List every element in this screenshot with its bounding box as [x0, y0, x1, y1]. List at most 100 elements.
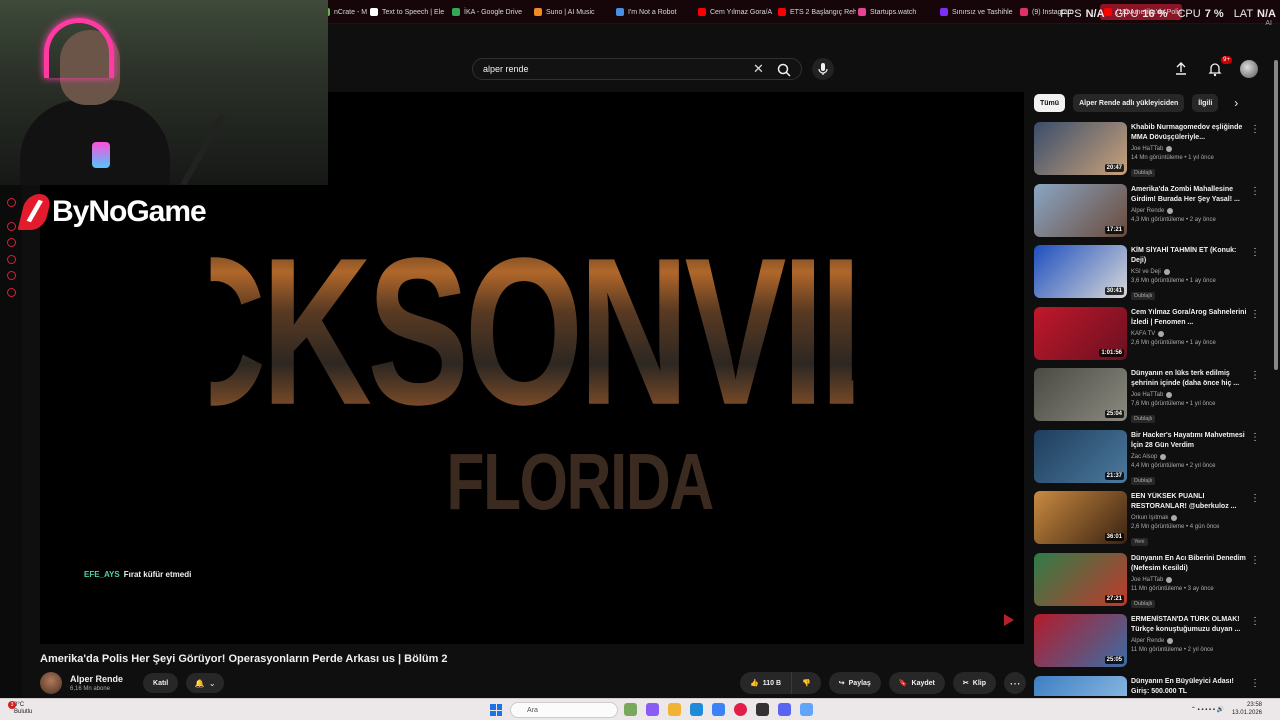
- recommendation-item[interactable]: Dünyanın En Büyüleyici Adası! Giriş: 500…: [1034, 675, 1260, 697]
- taskbar-search[interactable]: Ara: [510, 702, 618, 718]
- more-options-icon[interactable]: ⋮: [1250, 124, 1260, 135]
- clear-search-icon[interactable]: ✕: [753, 62, 764, 76]
- page-scrollbar[interactable]: [1274, 60, 1278, 370]
- browser-tab[interactable]: Suno | AI Music: [534, 4, 612, 20]
- messenger-icon[interactable]: [7, 222, 16, 231]
- browser-tab[interactable]: nCrate - M: [322, 4, 368, 20]
- taskbar-app-icon[interactable]: [624, 703, 637, 716]
- discord-icon[interactable]: [778, 703, 791, 716]
- discord-icon[interactable]: [7, 198, 16, 207]
- more-options-icon[interactable]: ⋮: [1250, 555, 1260, 566]
- recommendation-title[interactable]: EEN YÜKSEK PUANLI RESTORANLAR! @uberkulo…: [1131, 492, 1247, 512]
- recommendation-item[interactable]: 27:21 Dünyanın En Acı Biberini Denedim (N…: [1034, 552, 1260, 611]
- browser-ai-label[interactable]: AI: [1265, 20, 1272, 27]
- weather-widget[interactable]: 3 3°C Bulutlu: [8, 701, 32, 716]
- browser-tab[interactable]: I'm Not a Robot: [616, 4, 694, 20]
- recommendation-item[interactable]: 21:37 Bir Hacker's Hayatımı Mahvetmesi İç…: [1034, 429, 1260, 488]
- subscription-bell-button[interactable]: 🔔 ⌄: [186, 673, 225, 693]
- browser-tab[interactable]: Text to Speech | Ele: [370, 4, 448, 20]
- more-options-icon[interactable]: ⋮: [1250, 247, 1260, 258]
- recommendation-title[interactable]: Dünyanın en lüks terk edilmiş şehrinin i…: [1131, 369, 1247, 389]
- recommendation-item[interactable]: 20:47 Khabib Nurmagomedov eşliğinde MMA D…: [1034, 122, 1260, 180]
- clock[interactable]: 23:58 13.01.2026: [1232, 701, 1262, 717]
- more-options-icon[interactable]: ⋮: [1250, 616, 1260, 627]
- recommendation-channel[interactable]: Orkun Işıtmak: [1131, 515, 1247, 521]
- chip-related[interactable]: İlgili: [1192, 94, 1219, 112]
- like-button[interactable]: 👍 110 B: [740, 672, 793, 694]
- taskbar-app-icon[interactable]: [646, 703, 659, 716]
- recommendation-thumbnail[interactable]: 27:21: [1034, 552, 1127, 606]
- browser-tab[interactable]: Sınırsız ve Tashihle: [940, 4, 1018, 20]
- recommendation-channel[interactable]: Joe HaTTab: [1131, 146, 1247, 152]
- recommendation-title[interactable]: Amerika'da Zombi Mahallesine Girdim! Bur…: [1131, 185, 1247, 205]
- channel-name[interactable]: Alper Rende: [70, 674, 123, 684]
- share-button[interactable]: ↪ Paylaş: [828, 672, 881, 694]
- more-options-icon[interactable]: ⋮: [1250, 186, 1260, 197]
- channel-avatar[interactable]: [40, 672, 62, 694]
- recommendation-title[interactable]: Khabib Nurmagomedov eşliğinde MMA Dövüşç…: [1131, 123, 1247, 143]
- recommendation-thumbnail[interactable]: 25:04: [1034, 368, 1127, 421]
- voice-search-button[interactable]: [812, 58, 834, 80]
- recommendation-title[interactable]: KİM SİYAHİ TAHMİN ET (Konuk: Deji): [1131, 246, 1247, 266]
- browser-tab[interactable]: İKA - Google Drive: [452, 4, 530, 20]
- taskbar-app-icon[interactable]: [712, 703, 725, 716]
- account-avatar[interactable]: [1240, 60, 1258, 78]
- more-options-icon[interactable]: ⋮: [1250, 309, 1260, 320]
- recommendation-channel[interactable]: Joe HaTTab: [1131, 576, 1247, 583]
- recommendation-item[interactable]: 25:05 ERMENİSTAN'DA TÜRK OLMAK! Türkçe ko…: [1034, 614, 1260, 672]
- clip-button[interactable]: ✂ Klip: [952, 672, 996, 694]
- edge-icon[interactable]: [690, 703, 703, 716]
- recommendation-title[interactable]: Bir Hacker's Hayatımı Mahvetmesi İçin 28…: [1131, 431, 1247, 451]
- upload-icon[interactable]: [1172, 60, 1190, 78]
- recommendation-item[interactable]: 17:21 Amerika'da Zombi Mahallesine Girdim…: [1034, 183, 1260, 242]
- dislike-button[interactable]: 👎: [792, 672, 821, 694]
- recommendation-item[interactable]: 36:01 EEN YÜKSEK PUANLI RESTORANLAR! @ube…: [1034, 491, 1260, 549]
- recommendation-thumbnail[interactable]: 20:47: [1034, 122, 1127, 175]
- more-options-icon[interactable]: ⋮: [1250, 370, 1260, 381]
- play-icon[interactable]: [7, 238, 16, 247]
- search-input[interactable]: [483, 62, 743, 76]
- join-button[interactable]: Katıl: [143, 673, 179, 693]
- recommendation-channel[interactable]: Zac Alsop: [1131, 453, 1247, 460]
- tray-icons[interactable]: ⌃ ▪ ▪ ▪ ▪ ▪ 🔊: [1191, 706, 1224, 713]
- box-icon[interactable]: [7, 271, 16, 280]
- search-icon[interactable]: [776, 62, 792, 78]
- recommendation-title[interactable]: ERMENİSTAN'DA TÜRK OLMAK! Türkçe konuştu…: [1131, 615, 1247, 635]
- settings-icon[interactable]: [7, 288, 16, 297]
- windows-start-icon[interactable]: [490, 704, 502, 716]
- recommendation-channel[interactable]: Alper Rende: [1131, 207, 1247, 214]
- recommendation-thumbnail[interactable]: 30:41: [1034, 245, 1127, 298]
- browser-tab[interactable]: Startups.watch: [858, 4, 936, 20]
- more-options-icon[interactable]: ⋮: [1250, 493, 1260, 504]
- recommendation-thumbnail[interactable]: [1034, 675, 1127, 696]
- recommendation-thumbnail[interactable]: 21:37: [1034, 429, 1127, 483]
- chip-all[interactable]: Tümü: [1034, 94, 1066, 112]
- recommendation-channel[interactable]: KAFA TV: [1131, 330, 1247, 337]
- recommendation-item[interactable]: 1:01:56 Cem Yılmaz Gora/Arog Sahnelerini …: [1034, 306, 1260, 365]
- recommendation-item[interactable]: 30:41 KİM SİYAHİ TAHMİN ET (Konuk: Deji) K…: [1034, 245, 1260, 303]
- recommendation-thumbnail[interactable]: 17:21: [1034, 183, 1127, 237]
- recommendation-thumbnail[interactable]: 1:01:56: [1034, 306, 1127, 360]
- chevron-right-icon[interactable]: ›: [1234, 96, 1238, 110]
- recommendation-item[interactable]: 25:04 Dünyanın en lüks terk edilmiş şehri…: [1034, 368, 1260, 426]
- notifications-button[interactable]: 9+: [1206, 56, 1232, 78]
- chip-uploader[interactable]: Alper Rende adlı yükleyiciden: [1073, 94, 1185, 112]
- more-actions-button[interactable]: ⋯: [1004, 672, 1026, 694]
- recommendation-title[interactable]: Cem Yılmaz Gora/Arog Sahnelerini İzledi …: [1131, 308, 1247, 328]
- recommendation-channel[interactable]: KSI ve Deji: [1131, 269, 1247, 275]
- recommendation-channel[interactable]: Alper Rende: [1131, 638, 1247, 644]
- recommendation-thumbnail[interactable]: 25:05: [1034, 614, 1127, 667]
- more-options-icon[interactable]: ⋮: [1250, 432, 1260, 443]
- obs-icon[interactable]: [756, 703, 769, 716]
- recommendation-title[interactable]: Dünyanın En Acı Biberini Denedim (Nefesi…: [1131, 554, 1247, 574]
- save-button[interactable]: 🔖 Kaydet: [888, 672, 945, 694]
- opera-gx-icon[interactable]: [734, 703, 747, 716]
- recommendation-thumbnail[interactable]: 36:01: [1034, 491, 1127, 544]
- more-options-icon[interactable]: ⋮: [1250, 678, 1260, 689]
- browser-tab[interactable]: Cem Yılmaz Gora/A: [698, 4, 776, 20]
- recommendation-channel[interactable]: Joe HaTTab: [1131, 392, 1247, 398]
- browser-tab[interactable]: ETS 2 Başlangıç Reh: [778, 4, 856, 20]
- taskbar-app-icon[interactable]: [800, 703, 813, 716]
- folder-icon[interactable]: [668, 703, 681, 716]
- recommendation-title[interactable]: Dünyanın En Büyüleyici Adası! Giriş: 500…: [1131, 677, 1247, 697]
